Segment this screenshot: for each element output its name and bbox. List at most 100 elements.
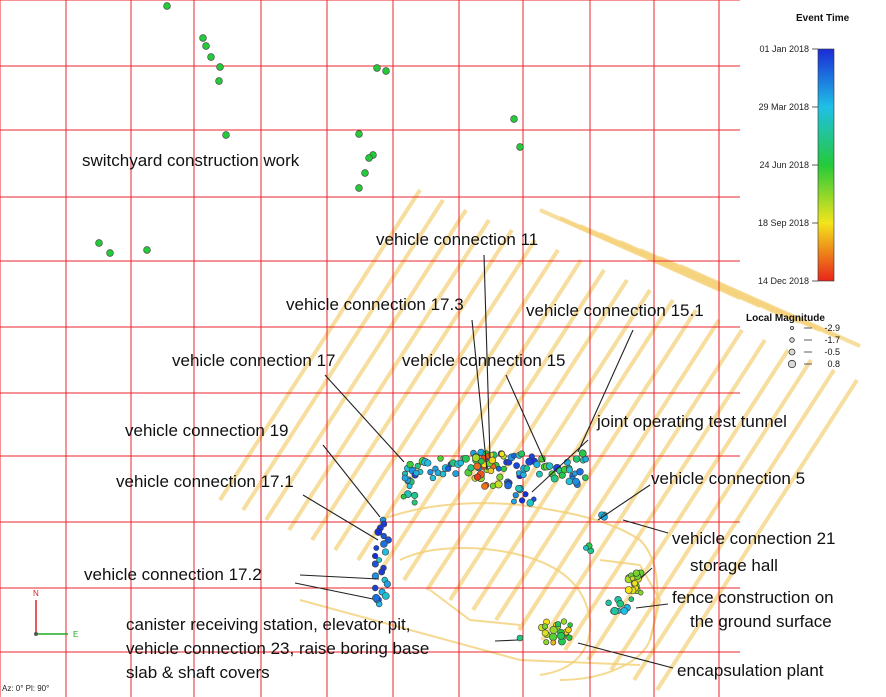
- event-point: [550, 639, 557, 646]
- magnitude-legend-value: -0.5: [824, 347, 840, 357]
- event-point: [518, 450, 526, 458]
- annotation-vc15-1: vehicle connection 15.1: [526, 301, 704, 320]
- event-point: [520, 471, 527, 479]
- event-point: [383, 580, 391, 588]
- event-point: [631, 580, 638, 587]
- event-point: [632, 569, 640, 577]
- event-point: [583, 545, 589, 551]
- event-point: [500, 465, 507, 472]
- event-point: [629, 575, 636, 582]
- event-point: [628, 596, 635, 602]
- event-point: [381, 548, 390, 556]
- view-orientation-label: Az: 0° Pl: 90°: [2, 684, 50, 693]
- event-point: [411, 491, 419, 499]
- event-point: [439, 470, 447, 478]
- magnitude-legend: Local Magnitude -2.9 -1.7 -0.5 0.8: [746, 313, 840, 369]
- event-point: [511, 498, 517, 505]
- event-point: [437, 455, 444, 462]
- event-point: [541, 623, 549, 630]
- event-point: [522, 491, 529, 498]
- event-point: [543, 639, 550, 646]
- event-point: [637, 589, 644, 596]
- event-point: [533, 460, 541, 468]
- event-point: [106, 249, 114, 257]
- event-point: [513, 462, 520, 469]
- event-point: [378, 568, 386, 576]
- magnitude-legend-value: 0.8: [827, 359, 840, 369]
- event-point: [550, 474, 559, 483]
- event-point: [494, 480, 503, 489]
- event-point: [461, 454, 470, 463]
- event-point: [427, 469, 434, 476]
- event-point: [549, 625, 558, 635]
- event-point: [565, 626, 572, 634]
- event-point: [365, 154, 373, 162]
- annotation-vc15: vehicle connection 15: [402, 351, 566, 370]
- event-point: [429, 474, 437, 482]
- event-point: [515, 484, 523, 493]
- event-point: [163, 2, 171, 10]
- event-point: [202, 42, 210, 50]
- event-point: [518, 497, 526, 504]
- annotation-vc5: vehicle connection 5: [651, 469, 805, 488]
- event-point: [414, 462, 421, 470]
- colorbar-tick-label: 18 Sep 2018: [758, 218, 809, 228]
- annotation-vc19: vehicle connection 19: [125, 421, 289, 440]
- event-point: [566, 634, 573, 641]
- event-point: [495, 465, 502, 472]
- event-point: [572, 455, 581, 463]
- event-point: [541, 629, 549, 637]
- event-point: [372, 593, 381, 602]
- event-point: [478, 458, 485, 465]
- colorbar-tick-label: 01 Jan 2018: [759, 44, 809, 54]
- event-point: [371, 560, 379, 568]
- annotation-encapsulation: encapsulation plant: [677, 661, 824, 680]
- event-point: [557, 631, 566, 640]
- annotation-vc17-3: vehicle connection 17.3: [286, 295, 464, 314]
- annotation-vc17-2: vehicle connection 17.2: [84, 565, 262, 584]
- event-point: [371, 584, 379, 592]
- colorbar: Event Time 01 Jan 2018 29 Mar 2018 24 Jun …: [758, 13, 850, 286]
- colorbar-tick-label: 24 Jun 2018: [759, 160, 809, 170]
- annotation-canister-line3: slab & shaft covers: [126, 663, 270, 682]
- event-point: [620, 607, 629, 615]
- event-point: [216, 63, 224, 71]
- event-point: [504, 481, 512, 490]
- event-point: [582, 455, 589, 463]
- event-point: [467, 464, 475, 472]
- annotation-canister-line2: vehicle connection 23, raise boring base: [126, 639, 429, 658]
- annotation-fence-line1: fence construction on: [672, 588, 834, 607]
- event-point: [545, 462, 554, 470]
- event-point: [355, 130, 363, 138]
- axis-origin: [34, 632, 38, 636]
- event-point: [560, 618, 568, 625]
- event-point: [424, 459, 432, 467]
- annotation-storage-hall: storage hall: [690, 556, 778, 575]
- event-point: [382, 67, 390, 75]
- event-point: [576, 468, 584, 476]
- event-point: [222, 131, 230, 139]
- magnitude-legend-value: -2.9: [824, 323, 840, 333]
- magnitude-legend-symbol: [787, 359, 797, 369]
- event-point: [199, 34, 207, 42]
- event-point: [413, 469, 420, 477]
- event-point: [523, 465, 530, 472]
- event-point: [512, 492, 519, 499]
- event-point: [536, 470, 543, 478]
- event-point: [516, 143, 524, 151]
- deposition-tunnel: [448, 288, 652, 602]
- event-point: [373, 64, 381, 72]
- event-point: [373, 545, 380, 551]
- event-point: [481, 482, 489, 490]
- annotation-test-tunnel: joint operating test tunnel: [596, 412, 787, 431]
- annotation-switchyard: switchyard construction work: [82, 151, 300, 170]
- event-point: [473, 473, 482, 481]
- axes-indicator: N E: [33, 589, 78, 639]
- annotation-vc11: vehicle connection 11: [376, 230, 538, 249]
- magnitude-legend-symbol: [789, 337, 795, 343]
- north-label: N: [33, 589, 39, 598]
- event-point: [361, 169, 369, 177]
- event-point: [95, 239, 103, 247]
- colorbar-title: Event Time: [796, 13, 850, 24]
- event-point: [143, 246, 151, 254]
